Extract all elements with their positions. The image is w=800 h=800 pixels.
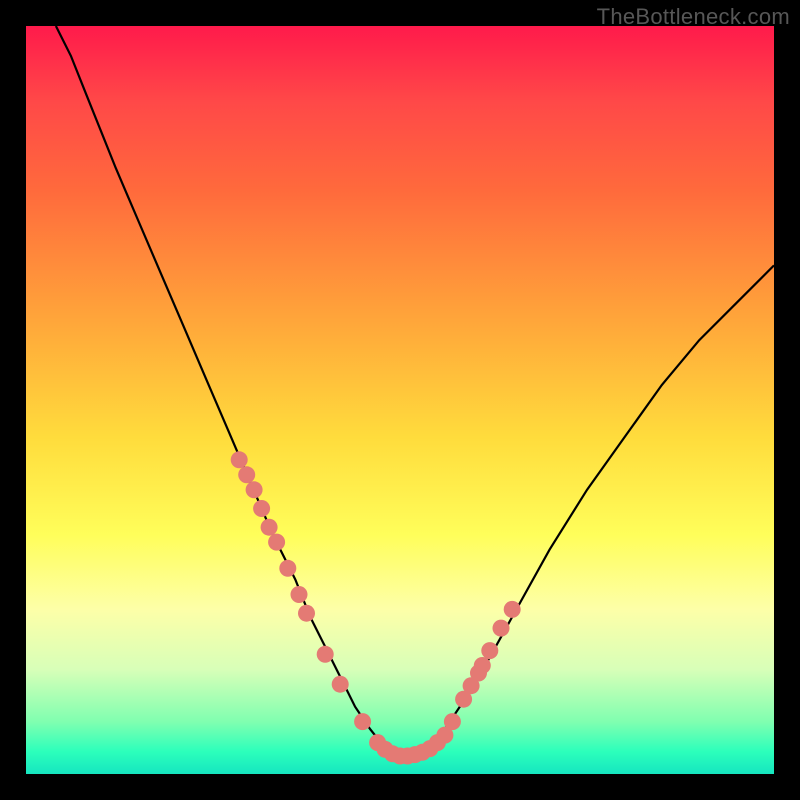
sample-dot <box>436 727 453 744</box>
sample-dot <box>279 560 296 577</box>
chart-svg <box>26 26 774 774</box>
bottleneck-curve <box>56 26 774 758</box>
chart-frame: TheBottleneck.com <box>0 0 800 800</box>
sample-dot <box>463 677 480 694</box>
sample-dot <box>261 519 278 536</box>
sample-dot <box>298 605 315 622</box>
sample-dot <box>481 642 498 659</box>
sample-dot <box>354 713 371 730</box>
sample-dot <box>317 646 334 663</box>
watermark-text: TheBottleneck.com <box>597 4 790 30</box>
plot-area <box>26 26 774 774</box>
sample-dot <box>493 620 510 637</box>
sample-dot <box>231 451 248 468</box>
sample-dot <box>268 534 285 551</box>
sample-dot <box>238 466 255 483</box>
sample-dot <box>246 481 263 498</box>
sample-dot <box>504 601 521 618</box>
sample-dots-group <box>231 451 521 764</box>
sample-dot <box>474 657 491 674</box>
sample-dot <box>332 676 349 693</box>
sample-dot <box>291 586 308 603</box>
sample-dot <box>253 500 270 517</box>
